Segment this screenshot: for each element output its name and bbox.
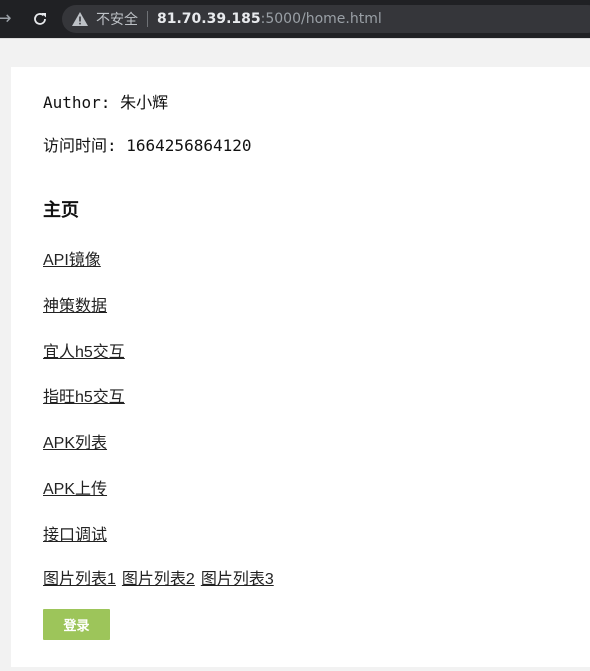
link-image-list-2[interactable]: 图片列表2 bbox=[122, 565, 195, 589]
back-arrow-icon[interactable]: → bbox=[0, 7, 12, 31]
url-path[interactable]: :5000/home.html bbox=[261, 11, 382, 27]
login-button[interactable]: 登录 bbox=[43, 609, 110, 640]
link-apk-list[interactable]: APK列表 bbox=[43, 429, 107, 453]
warning-icon[interactable] bbox=[72, 11, 88, 27]
image-links-row: 图片列表1 图片列表2 图片列表3 bbox=[43, 565, 274, 589]
link-sensors-data[interactable]: 神策数据 bbox=[43, 292, 107, 316]
address-bar[interactable]: 不安全 81.70.39.185:5000/home.html bbox=[62, 5, 590, 33]
security-label[interactable]: 不安全 bbox=[96, 9, 138, 29]
browser-toolbar: → 不安全 81.70.39.185:5000/home.html bbox=[0, 0, 590, 38]
url-host[interactable]: 81.70.39.185 bbox=[157, 11, 261, 27]
page-title: 主页 bbox=[43, 200, 79, 221]
address-separator bbox=[147, 11, 148, 27]
link-api-debug[interactable]: 接口调试 bbox=[43, 521, 107, 545]
author-text: Author: 朱小辉 bbox=[43, 93, 169, 112]
content-card: Author: 朱小辉 访问时间: 1664256864120 主页 API镜像… bbox=[11, 67, 590, 667]
link-yiren-h5[interactable]: 宜人h5交互 bbox=[43, 338, 125, 362]
link-apk-upload[interactable]: APK上传 bbox=[43, 475, 107, 499]
link-zhiwang-h5[interactable]: 指旺h5交互 bbox=[43, 383, 125, 407]
link-api-mirror[interactable]: API镜像 bbox=[43, 246, 101, 270]
link-image-list-3[interactable]: 图片列表3 bbox=[201, 565, 274, 589]
toolbar-divider bbox=[0, 38, 590, 39]
link-image-list-1[interactable]: 图片列表1 bbox=[43, 565, 116, 589]
reload-icon[interactable] bbox=[28, 7, 52, 31]
visit-time-text: 访问时间: 1664256864120 bbox=[43, 136, 252, 155]
